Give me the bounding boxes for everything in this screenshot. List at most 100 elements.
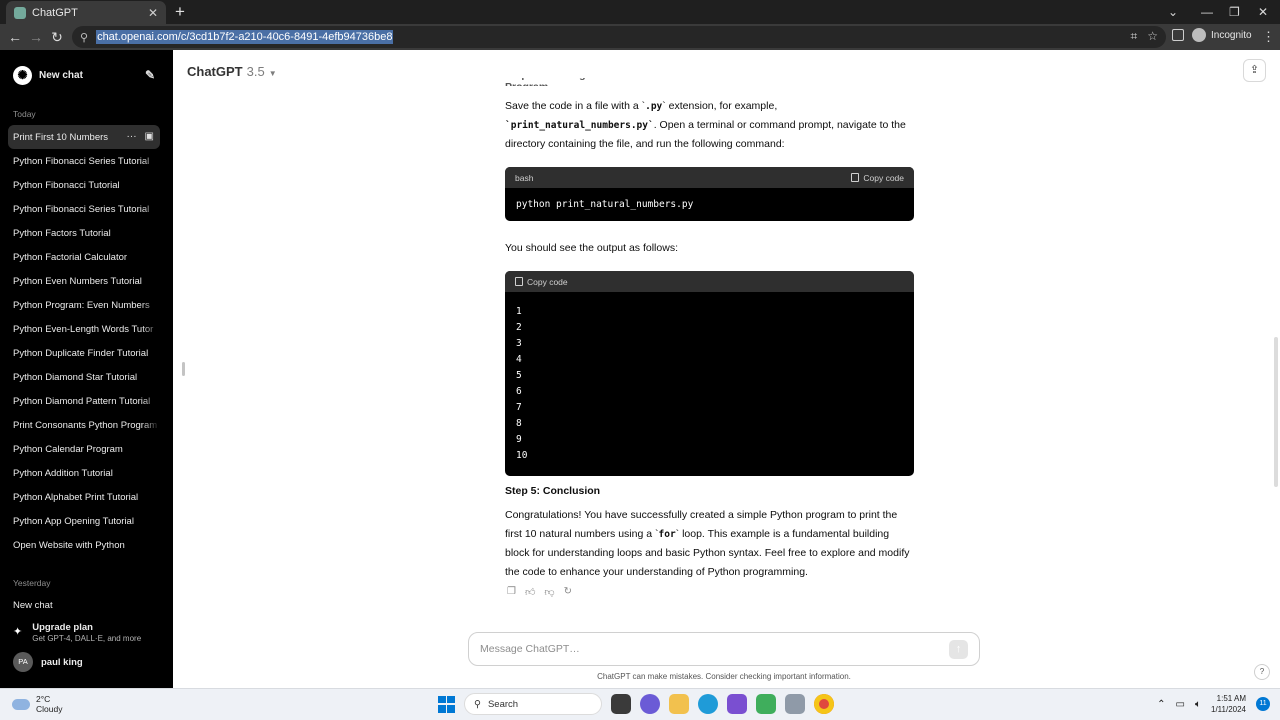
address-bar[interactable]: ⚲ chat.openai.com/c/3cd1b7f2-a210-40c6-8… [72, 26, 1166, 48]
url-text[interactable]: chat.openai.com/c/3cd1b7f2-a210-40c6-849… [96, 30, 394, 44]
site-info-icon[interactable]: ⚲ [80, 31, 88, 44]
task-view-icon[interactable] [611, 694, 631, 714]
chatgpt-favicon-icon [14, 6, 26, 19]
share-button[interactable]: ⇪ [1243, 59, 1266, 82]
copy-code-button[interactable]: Copy code [851, 173, 904, 183]
browser-menu-icon[interactable]: ⋮ [1262, 29, 1275, 45]
file-explorer-icon[interactable] [669, 694, 689, 714]
photos-app-icon[interactable] [785, 694, 805, 714]
clipped-text: Step 4: Running the Program [505, 78, 645, 86]
vpn-app-icon[interactable] [727, 694, 747, 714]
code-text[interactable]: python print_natural_numbers.py [505, 188, 914, 221]
back-icon[interactable]: ← [5, 27, 25, 47]
step-heading: Step 5: Conclusion [505, 485, 601, 497]
edit-icon[interactable]: ✎ [145, 68, 155, 82]
new-chat-label: New chat [39, 69, 83, 81]
close-tab-icon[interactable]: ✕ [148, 6, 158, 20]
model-version: 3.5 [246, 64, 265, 79]
qr-code-icon[interactable]: ⌗ [1130, 29, 1137, 44]
list-item[interactable]: Python Even Numbers Tutorial [8, 269, 160, 293]
message-paragraph: Congratulations! You have successfully c… [505, 509, 910, 578]
chat-item-label: Python Even Numbers Tutorial [13, 275, 142, 287]
upgrade-subtitle: Get GPT-4, DALL·E, and more [32, 634, 142, 643]
help-button[interactable]: ? [1254, 664, 1270, 680]
scrollbar[interactable] [1274, 337, 1278, 487]
search-icon: ⚲ [474, 698, 481, 710]
avatar: PA [13, 652, 33, 672]
list-item[interactable]: Python Addition Tutorial [8, 461, 160, 485]
message-composer[interactable]: ↑ [468, 632, 980, 666]
reload-icon[interactable]: ↻ [47, 27, 67, 47]
chevron-up-icon[interactable]: ⌃ [1157, 699, 1165, 710]
thumbs-up-icon[interactable]: 👍︎ [525, 586, 535, 598]
maximize-icon[interactable]: ❐ [1229, 0, 1240, 24]
list-item[interactable]: Python Program: Even Numbers [8, 293, 160, 317]
output-text[interactable]: 1 2 3 4 5 6 7 8 9 10 [505, 292, 914, 476]
copy-icon[interactable]: ❐ [507, 586, 516, 598]
list-item[interactable]: New chat [13, 600, 53, 611]
disclaimer-text: ChatGPT can make mistakes. Consider chec… [597, 672, 851, 681]
chat-item-label: Python Alphabet Print Tutorial [13, 491, 139, 503]
sidebar-resize-handle[interactable] [182, 362, 185, 376]
close-window-icon[interactable]: ✕ [1258, 0, 1268, 24]
regenerate-icon[interactable]: ↻ [564, 586, 572, 598]
upgrade-plan-button[interactable]: ✦ Upgrade plan Get GPT-4, DALL·E, and mo… [13, 622, 141, 643]
model-selector[interactable]: ChatGPT 3.5 ▼ [187, 64, 277, 79]
list-item[interactable]: Python Duplicate Finder Tutorial [8, 341, 160, 365]
side-panel-icon[interactable] [1172, 29, 1184, 41]
list-item[interactable]: Python Diamond Pattern Tutorial [8, 389, 160, 413]
code-language: bash [515, 172, 534, 183]
list-item[interactable]: Python Factorial Calculator [8, 245, 160, 269]
list-item[interactable]: Python Fibonacci Series Tutorial [8, 149, 160, 173]
chat-item-label: Python Factorial Calculator [13, 251, 128, 263]
list-item[interactable]: Open Website with Python [8, 533, 160, 557]
tab-search-icon[interactable]: ⌄ [1168, 0, 1178, 24]
chat-item-label: Python Diamond Star Tutorial [13, 371, 138, 383]
notification-badge[interactable]: 11 [1256, 697, 1270, 711]
thumbs-down-icon[interactable]: 👎︎ [544, 586, 554, 598]
minimize-icon[interactable]: — [1201, 0, 1213, 24]
list-item[interactable]: Python Diamond Star Tutorial [8, 365, 160, 389]
edge-browser-icon[interactable] [698, 694, 718, 714]
new-tab-button[interactable]: + [172, 2, 188, 22]
weather-widget[interactable]: 2°C Cloudy [12, 694, 62, 714]
list-item[interactable]: Python Fibonacci Series Tutorial [8, 197, 160, 221]
list-item[interactable]: Print Consonants Python Program [8, 413, 160, 437]
volume-icon[interactable]: 🔈︎ [1195, 699, 1201, 710]
archive-icon[interactable]: ▣ [145, 131, 154, 142]
new-chat-button[interactable]: ✺ New chat ✎ [13, 64, 163, 86]
windows-start-icon[interactable] [438, 695, 455, 713]
network-icon[interactable]: ▭ [1176, 699, 1185, 710]
bookmark-star-icon[interactable]: ☆ [1147, 29, 1158, 44]
list-item[interactable]: Python Alphabet Print Tutorial [8, 485, 160, 509]
chat-history-list: Print First 10 Numbers ··· ▣ Python Fibo… [8, 125, 160, 557]
chat-item-label: Python Fibonacci Series Tutorial [13, 203, 150, 215]
chat-item-label: Python Factors Tutorial [13, 227, 111, 239]
notepad-app-icon[interactable] [756, 694, 776, 714]
search-label: Search [487, 698, 519, 710]
list-item[interactable]: Python App Opening Tutorial [8, 509, 160, 533]
list-item[interactable]: Python Calendar Program [8, 437, 160, 461]
message-input[interactable] [480, 643, 949, 655]
more-options-icon[interactable]: ··· [127, 131, 137, 142]
incognito-indicator[interactable]: Incognito [1192, 28, 1252, 42]
chat-app-icon[interactable] [640, 694, 660, 714]
code-block: bash Copy code python print_natural_numb… [505, 167, 914, 221]
forward-icon[interactable]: → [26, 27, 46, 47]
list-item[interactable]: Python Factors Tutorial [8, 221, 160, 245]
list-item[interactable]: Python Even-Length Words Tutor [8, 317, 160, 341]
chat-item-label: Python Program: Even Numbers [13, 299, 150, 311]
browser-tab[interactable]: ChatGPT ✕ [6, 1, 166, 24]
taskbar-search[interactable]: ⚲ Search [464, 693, 602, 715]
copy-code-button[interactable]: Copy code [515, 277, 568, 287]
chat-item-label: Python App Opening Tutorial [13, 515, 134, 527]
chat-item-label: Python Calendar Program [13, 443, 123, 455]
list-item[interactable]: Python Fibonacci Tutorial [8, 173, 160, 197]
message-paragraph: You should see the output as follows: [505, 242, 678, 254]
chrome-browser-icon[interactable] [814, 694, 834, 714]
user-menu[interactable]: PA paul king [13, 652, 83, 672]
chat-item-label: Open Website with Python [13, 539, 125, 551]
sidebar-item-print-first-10-numbers[interactable]: Print First 10 Numbers ··· ▣ [8, 125, 160, 149]
clock[interactable]: 1:51 AM 1/11/2024 [1211, 693, 1246, 715]
send-button[interactable]: ↑ [949, 639, 968, 659]
